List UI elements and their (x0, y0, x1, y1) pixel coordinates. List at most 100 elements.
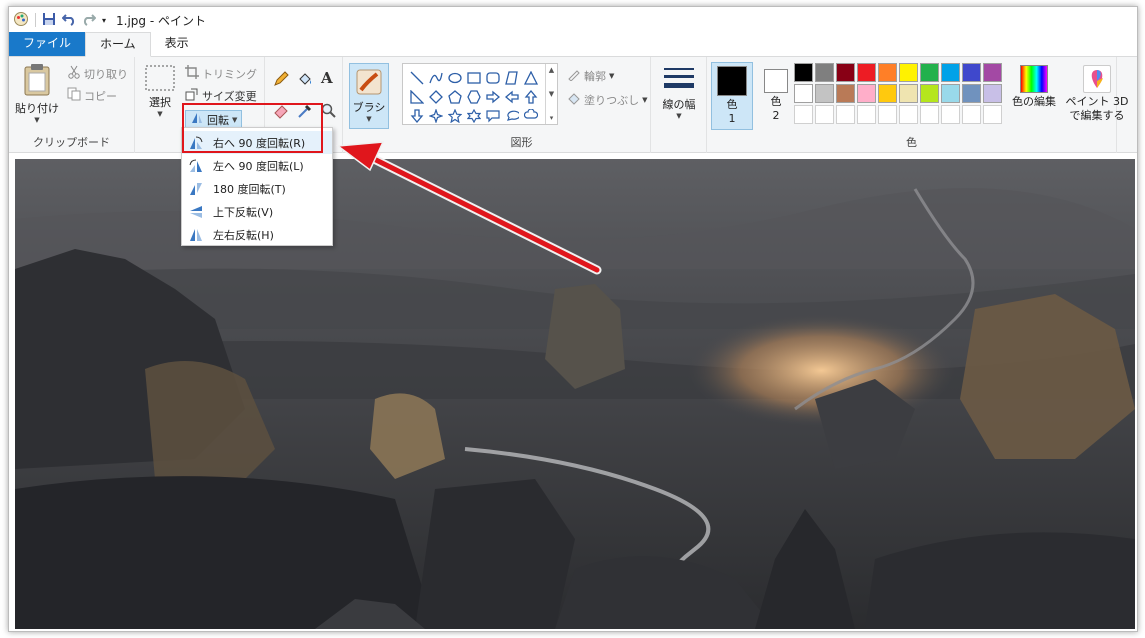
custom-color-slot[interactable] (857, 105, 876, 124)
four-point-star-shape-icon[interactable] (426, 106, 445, 125)
scroll-down-icon[interactable]: ▼ (549, 90, 554, 98)
menu-item-flip-horizontal[interactable]: 左右反転(H) (182, 223, 332, 246)
color-swatch[interactable] (836, 84, 855, 103)
curve-shape-icon[interactable] (426, 68, 445, 87)
color-swatch[interactable] (794, 84, 813, 103)
paint3d-button[interactable]: ペイント 3D で編集する (1065, 65, 1129, 123)
color-swatch[interactable] (941, 84, 960, 103)
gallery-expand-icon[interactable]: ▾ (550, 114, 554, 122)
ribbon-tabs: ファイル ホーム 表示 (9, 32, 1137, 57)
edit-colors-button[interactable]: 色の編集 (1012, 65, 1056, 109)
resize-button[interactable]: サイズ変更 (185, 87, 257, 104)
crop-button[interactable]: トリミング (185, 65, 257, 82)
line-shape-icon[interactable] (407, 68, 426, 87)
menu-item-flip-vertical[interactable]: 上下反転(V) (182, 200, 332, 223)
five-point-star-shape-icon[interactable] (445, 106, 464, 125)
paste-button[interactable]: 貼り付け ▼ (15, 63, 59, 124)
eraser-button[interactable] (273, 103, 289, 122)
ribbon: 貼り付け ▼ 切り取り コピー クリップボード 選択 ▼ トリミング サイズ変更… (9, 57, 1137, 153)
color1-button[interactable]: 色 1 (711, 62, 753, 130)
color-swatch[interactable] (878, 63, 897, 82)
color-swatch[interactable] (899, 63, 918, 82)
menu-item-label: 左へ 90 度回転(L) (213, 159, 304, 173)
custom-color-slot[interactable] (983, 105, 1002, 124)
color2-button[interactable]: 色 2 (757, 62, 795, 130)
color-swatch[interactable] (962, 63, 981, 82)
color-swatch[interactable] (836, 63, 855, 82)
eyedropper-icon (297, 103, 313, 122)
brush-button[interactable]: ブラシ ▼ (349, 63, 389, 129)
undo-icon[interactable] (61, 12, 76, 29)
diamond-shape-icon[interactable] (426, 87, 445, 106)
color-swatch[interactable] (983, 84, 1002, 103)
pencil-button[interactable] (273, 71, 289, 90)
custom-color-slot[interactable] (899, 105, 918, 124)
custom-color-slot[interactable] (920, 105, 939, 124)
color-swatch[interactable] (815, 63, 834, 82)
fill-button[interactable] (297, 71, 313, 90)
color-swatch[interactable] (899, 84, 918, 103)
scissors-icon (67, 65, 81, 82)
rectangle-shape-icon[interactable] (464, 68, 483, 87)
select-button[interactable]: 選択 ▼ (143, 65, 177, 118)
custom-color-slot[interactable] (815, 105, 834, 124)
six-point-star-shape-icon[interactable] (464, 106, 483, 125)
triangle-shape-icon[interactable] (521, 68, 540, 87)
tab-file[interactable]: ファイル (9, 32, 86, 56)
hexagon-shape-icon[interactable] (464, 87, 483, 106)
color-swatch[interactable] (941, 63, 960, 82)
redo-icon[interactable] (82, 12, 97, 29)
polygon-shape-icon[interactable] (502, 68, 521, 87)
menu-item-rotate-right[interactable]: 右へ 90 度回転(R) (182, 131, 332, 154)
down-arrow-shape-icon[interactable] (407, 106, 426, 125)
cut-button[interactable]: 切り取り (67, 65, 128, 82)
color-picker-button[interactable] (297, 103, 313, 122)
color1-swatch (717, 66, 747, 96)
customize-qat-icon[interactable]: ▾ (102, 16, 106, 25)
paint3d-label: ペイント 3D で編集する (1065, 95, 1129, 122)
left-arrow-shape-icon[interactable] (502, 87, 521, 106)
menu-item-rotate-left[interactable]: 左へ 90 度回転(L) (182, 154, 332, 177)
color-swatch[interactable] (983, 63, 1002, 82)
cloud-callout-shape-icon[interactable] (521, 106, 540, 125)
text-button[interactable]: A (321, 69, 333, 87)
color-swatch[interactable] (962, 84, 981, 103)
text-a-icon: A (321, 69, 333, 87)
fill-style-button[interactable]: 塗りつぶし ▼ (567, 91, 648, 108)
color-swatch[interactable] (794, 63, 813, 82)
color-swatch[interactable] (815, 84, 834, 103)
oval-callout-shape-icon[interactable] (502, 106, 521, 125)
size-button[interactable]: 線の幅 ▼ (655, 65, 703, 120)
color-swatch[interactable] (920, 84, 939, 103)
fill-style-dropdown-icon: ▼ (642, 95, 648, 104)
outline-icon (567, 67, 581, 84)
right-arrow-shape-icon[interactable] (483, 87, 502, 106)
custom-color-slot[interactable] (878, 105, 897, 124)
oval-shape-icon[interactable] (445, 68, 464, 87)
shapes-gallery-scroll[interactable]: ▲ ▼ ▾ (545, 64, 557, 124)
brush-label: ブラシ (352, 101, 386, 114)
save-icon[interactable] (42, 12, 56, 29)
rounded-rectangle-shape-icon[interactable] (483, 68, 502, 87)
tab-view[interactable]: 表示 (151, 32, 203, 56)
up-arrow-shape-icon[interactable] (521, 87, 540, 106)
scroll-up-icon[interactable]: ▲ (549, 66, 554, 74)
custom-color-slot[interactable] (836, 105, 855, 124)
color-swatch[interactable] (857, 63, 876, 82)
tab-home[interactable]: ホーム (85, 32, 151, 57)
pentagon-shape-icon[interactable] (445, 87, 464, 106)
right-triangle-shape-icon[interactable] (407, 87, 426, 106)
menu-item-rotate-180[interactable]: 180 度回転(T) (182, 177, 332, 200)
custom-color-slot[interactable] (794, 105, 813, 124)
color-swatch[interactable] (920, 63, 939, 82)
magnifier-button[interactable] (321, 103, 337, 122)
cut-label: 切り取り (84, 67, 128, 81)
rect-callout-shape-icon[interactable] (483, 106, 502, 125)
custom-color-slot[interactable] (941, 105, 960, 124)
custom-color-slot[interactable] (962, 105, 981, 124)
edit-colors-label: 色の編集 (1012, 95, 1056, 108)
color-swatch[interactable] (878, 84, 897, 103)
outline-button[interactable]: 輪郭 ▼ (567, 67, 614, 84)
copy-button[interactable]: コピー (67, 87, 117, 104)
color-swatch[interactable] (857, 84, 876, 103)
